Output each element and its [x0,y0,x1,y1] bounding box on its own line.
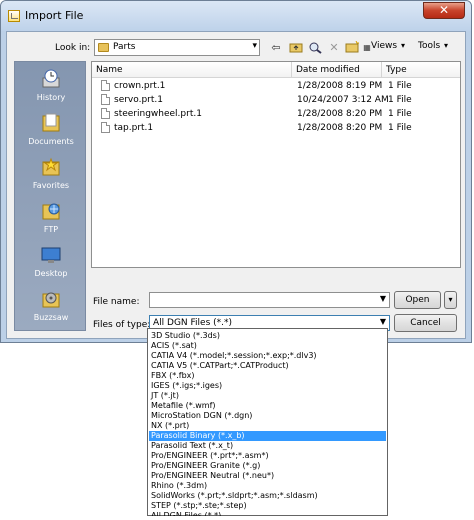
file-icon [101,122,110,133]
cancel-button[interactable]: Cancel [394,314,457,332]
file-type-option[interactable]: JT (*.jt) [149,391,386,401]
column-header-name[interactable]: Name [92,62,292,78]
file-type-option[interactable]: Pro/ENGINEER (*.prt*;*.asm*) [149,451,386,461]
files-of-type-dropdown: 3D Studio (*.3ds) ACIS (*.sat) CATIA V4 … [147,328,388,516]
import-file-icon [8,10,20,22]
desktop-icon [41,247,61,263]
file-date: 1/28/2008 8:20 PM [297,123,383,133]
file-name: crown.prt.1 [114,81,166,91]
close-button[interactable]: ✕ [423,2,465,19]
file-name: servo.prt.1 [114,95,163,105]
buzzsaw-icon [42,292,60,308]
place-buzzsaw[interactable]: Buzzsaw [15,288,87,322]
file-type-option[interactable]: Rhino (*.3dm) [149,481,386,491]
file-name-label: File name: [93,297,140,307]
tools-chevron-icon[interactable]: ▾ [444,41,448,50]
file-type-option[interactable]: Parasolid Text (*.x_t) [149,441,386,451]
file-type-option[interactable]: FBX (*.fbx) [149,371,386,381]
file-name-input[interactable]: ▼ [149,292,390,308]
chevron-down-icon[interactable]: ▾ [252,41,257,51]
file-icon [101,80,110,91]
chevron-down-icon[interactable]: ▼ [380,294,386,303]
column-header-date[interactable]: Date modified [292,62,382,78]
file-type-option[interactable]: CATIA V4 (*.model;*.session;*.exp;*.dlv3… [149,351,386,361]
import-file-dialog: Import File ✕ Look in: Parts ▾ ⇦ ✕ ▦ Vie… [0,0,472,343]
back-arrow-icon[interactable]: ⇦ [269,41,283,54]
title-bar[interactable]: Import File ✕ [1,1,471,31]
place-label: History [36,93,66,102]
window-title: Import File [25,9,84,22]
places-bar: History Documents Favorites FTP Desktop … [14,61,86,331]
file-list[interactable]: Name Date modified Type crown.prt.1 1/28… [91,61,461,268]
open-button[interactable]: Open [394,291,441,309]
files-of-type-label: Files of type: [93,320,151,330]
files-of-type-value: All DGN Files (*.*) [153,318,233,328]
file-type: 1 File [388,81,412,91]
file-row[interactable]: crown.prt.1 1/28/2008 8:19 PM 1 File [92,80,460,94]
look-in-value: Parts [113,42,136,52]
place-label: Documents [28,137,74,146]
tools-menu[interactable]: Tools [418,41,440,51]
look-in-label: Look in: [55,43,91,53]
file-type-option[interactable]: Pro/ENGINEER Granite (*.g) [149,461,386,471]
file-type-option[interactable]: CATIA V5 (*.CATPart;*.CATProduct) [149,361,386,371]
place-favorites[interactable]: Favorites [15,156,87,190]
ftp-icon [42,203,60,220]
file-type-option[interactable]: Pro/ENGINEER Neutral (*.neu*) [149,471,386,481]
file-type-option[interactable]: STEP (*.stp;*.ste;*.step) [149,501,386,511]
documents-icon [42,113,60,132]
place-history[interactable]: History [15,68,87,102]
file-type-option[interactable]: NX (*.prt) [149,421,386,431]
file-row[interactable]: tap.prt.1 1/28/2008 8:20 PM 1 File [92,122,460,136]
column-header-type[interactable]: Type [382,62,460,78]
dialog-body: Look in: Parts ▾ ⇦ ✕ ▦ Views ▾ Tools ▾ H… [6,31,466,339]
place-desktop[interactable]: Desktop [15,244,87,278]
file-type-option[interactable]: ACIS (*.sat) [149,341,386,351]
file-type: 1 File [388,95,412,105]
look-in-combo[interactable]: Parts ▾ [94,39,260,56]
file-type: 1 File [388,109,412,119]
file-icon [101,108,110,119]
file-type-option[interactable]: All DGN Files (*.*) [149,511,386,516]
place-ftp[interactable]: FTP [15,200,87,234]
open-options-button[interactable]: ▾ [444,291,457,309]
place-documents[interactable]: Documents [15,112,87,146]
file-type-option-selected[interactable]: Parasolid Binary (*.x_b) [149,431,386,441]
place-label: Favorites [32,181,70,190]
file-name: steeringwheel.prt.1 [114,109,202,119]
new-folder-icon[interactable] [345,40,359,54]
chevron-down-icon[interactable]: ▼ [380,317,386,326]
place-label: FTP [43,225,59,234]
views-menu[interactable]: Views [371,41,397,51]
file-row[interactable]: servo.prt.1 10/24/2007 3:12 AM 1 File [92,94,460,108]
file-type-option[interactable]: MicroStation DGN (*.dgn) [149,411,386,421]
delete-icon[interactable]: ✕ [327,41,341,54]
favorites-icon [42,157,60,176]
search-web-icon[interactable] [308,41,322,54]
file-type-option[interactable]: SolidWorks (*.prt;*.sldprt;*.asm;*.sldas… [149,491,386,501]
up-folder-icon[interactable] [289,41,303,54]
file-date: 10/24/2007 3:12 AM [297,95,389,105]
file-date: 1/28/2008 8:20 PM [297,109,383,119]
file-type-option[interactable]: Metafile (*.wmf) [149,401,386,411]
file-type: 1 File [388,123,412,133]
place-label: Desktop [34,269,68,278]
history-icon [42,69,60,88]
place-label: Buzzsaw [33,313,69,322]
file-icon [101,94,110,105]
file-name: tap.prt.1 [114,123,154,133]
folder-icon [98,43,109,52]
file-row[interactable]: steeringwheel.prt.1 1/28/2008 8:20 PM 1 … [92,108,460,122]
file-type-option[interactable]: IGES (*.igs;*.iges) [149,381,386,391]
file-type-option[interactable]: 3D Studio (*.3ds) [149,331,386,341]
file-date: 1/28/2008 8:19 PM [297,81,383,91]
views-chevron-icon[interactable]: ▾ [401,41,405,50]
